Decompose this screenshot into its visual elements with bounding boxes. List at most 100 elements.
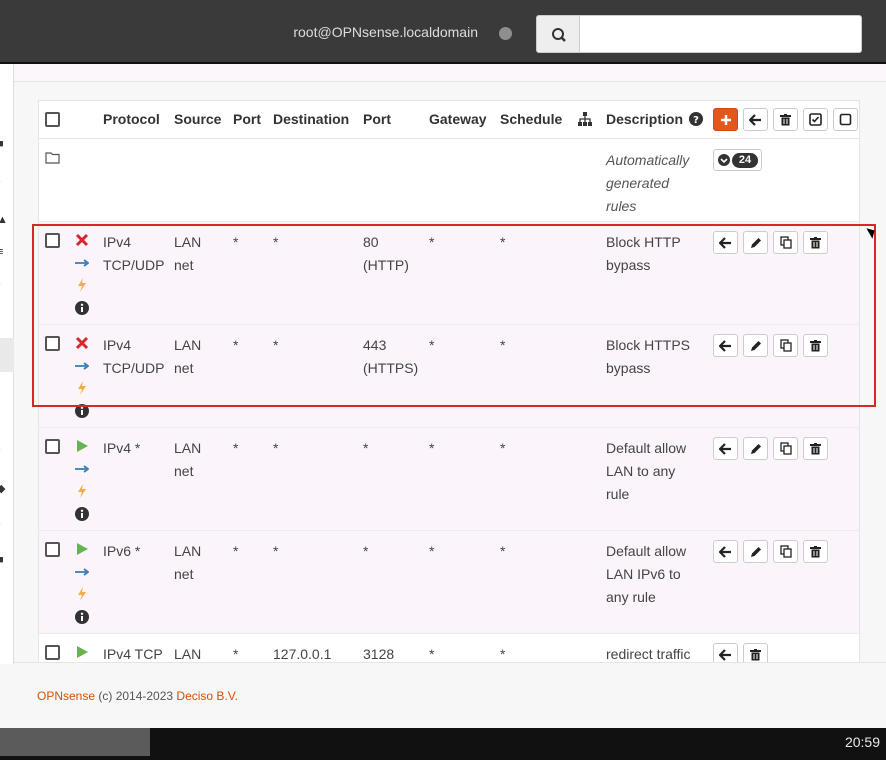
disable-selected-button[interactable] (833, 108, 858, 131)
arrow-left-icon (749, 113, 761, 126)
column-header-description[interactable]: Description (606, 111, 683, 127)
move-before-button[interactable] (713, 437, 738, 460)
pass-play-icon[interactable] (75, 542, 89, 556)
column-header-schedule[interactable]: Schedule (500, 111, 562, 127)
copy-icon (779, 545, 792, 558)
help-icon[interactable]: ? (689, 112, 703, 126)
delete-rule-button[interactable] (803, 334, 828, 357)
pass-play-icon[interactable] (75, 645, 89, 659)
pass-play-icon[interactable] (75, 439, 89, 453)
sidebar-icon[interactable]: ▲ (0, 214, 8, 226)
top-navbar: root@OPNsense.localdomain (0, 0, 886, 64)
table-row[interactable]: IPv4 TCP/UDP LAN net * * 80 (HTTP) * * Bloc… (39, 222, 859, 325)
table-row[interactable]: IPv6 * LAN net * * * * * Default allow LAN… (39, 531, 859, 634)
table-row[interactable]: IPv4 TCP/UDP LAN net * * 443 (HTTPS) * * Bl… (39, 325, 859, 428)
direction-arrow-icon (75, 465, 89, 473)
protocol-cell: IPv4 * (103, 437, 140, 460)
schedule-cell: * (500, 440, 506, 456)
auto-rules-toggle[interactable]: 24 (713, 149, 762, 171)
move-before-button[interactable] (713, 231, 738, 254)
footer-copyright: (c) 2014-2023 (95, 689, 177, 703)
move-before-button[interactable] (713, 334, 738, 357)
edit-rule-button[interactable] (743, 540, 768, 563)
row-checkbox[interactable] (45, 233, 60, 248)
edit-rule-button[interactable] (743, 231, 768, 254)
destination-cell: * (273, 337, 279, 353)
info-icon[interactable] (75, 301, 89, 315)
info-icon[interactable] (75, 610, 89, 624)
row-checkbox[interactable] (45, 439, 60, 454)
bolt-icon[interactable] (75, 278, 89, 292)
pencil-icon (750, 546, 761, 557)
source-cell: LAN net (174, 231, 201, 277)
move-before-button[interactable] (713, 540, 738, 563)
sidebar-icon[interactable]: › (0, 518, 1, 530)
table-row[interactable]: IPv4 * LAN net * * * * * Default allow LAN… (39, 428, 859, 531)
row-checkbox[interactable] (45, 336, 60, 351)
search-button[interactable] (536, 15, 580, 53)
column-header-destination-port[interactable]: Port (363, 111, 391, 127)
column-header-destination[interactable]: Destination (273, 111, 349, 127)
sidebar-icon[interactable]: › (0, 444, 1, 456)
description-line: rules (606, 198, 637, 214)
enable-selected-button[interactable] (803, 108, 828, 131)
arrow-left-icon (719, 545, 731, 558)
edit-rule-button[interactable] (743, 334, 768, 357)
square-icon (839, 113, 852, 126)
block-x-icon[interactable] (75, 336, 89, 350)
sidebar-icon[interactable]: ■ (0, 554, 4, 566)
bolt-icon[interactable] (75, 587, 89, 601)
search-input[interactable] (580, 15, 862, 53)
delete-rule-button[interactable] (803, 231, 828, 254)
column-header-source[interactable]: Source (174, 111, 221, 127)
taskbar-clock: 20:59 (844, 734, 880, 750)
destination-cell: * (273, 440, 279, 456)
sidebar-icon[interactable]: › (0, 176, 1, 188)
status-dot-icon (499, 27, 512, 40)
info-icon[interactable] (75, 507, 89, 521)
protocol-line: IPv4 * (103, 440, 141, 456)
description-cell: Block HTTPS bypass (606, 334, 690, 380)
footer-brand-link[interactable]: OPNsense (37, 689, 95, 703)
bolt-icon[interactable] (75, 484, 89, 498)
taskbar-window-item[interactable] (0, 728, 150, 756)
clone-rule-button[interactable] (773, 540, 798, 563)
svg-text:?: ? (693, 115, 699, 126)
destination-port-cell: * (363, 540, 368, 563)
bolt-icon[interactable] (75, 381, 89, 395)
sidebar-icon[interactable]: › (0, 278, 1, 290)
sidebar-icon[interactable]: ◆ (0, 482, 5, 495)
description-cell: Default allow LAN IPv6 to any rule (606, 540, 686, 609)
sidebar[interactable]: ■ › ▲ ≡ › › ◆ › ■ (0, 64, 14, 664)
clone-rule-button[interactable] (773, 437, 798, 460)
block-x-icon[interactable] (75, 233, 89, 247)
clone-rule-button[interactable] (773, 334, 798, 357)
move-selected-button[interactable] (743, 108, 768, 131)
arrow-left-icon (719, 442, 731, 455)
select-all-checkbox[interactable] (45, 112, 60, 127)
description-line: Block HTTP (606, 234, 681, 250)
column-header-gateway[interactable]: Gateway (429, 111, 487, 127)
row-checkbox[interactable] (45, 542, 60, 557)
destination-cell: * (273, 543, 279, 559)
info-icon[interactable] (75, 404, 89, 418)
add-rule-button[interactable] (713, 108, 738, 131)
footer-text: OPNsense (c) 2014-2023 Deciso B.V. (37, 689, 238, 703)
description-line: rule (606, 486, 630, 502)
row-checkbox[interactable] (45, 645, 60, 660)
sidebar-icon[interactable]: ■ (0, 138, 4, 150)
sidebar-item-selected[interactable] (0, 338, 14, 372)
delete-rule-button[interactable] (803, 437, 828, 460)
delete-selected-button[interactable] (773, 108, 798, 131)
auto-rules-row[interactable]: Automatically generated rules 24 (39, 140, 859, 222)
column-header-source-port[interactable]: Port (233, 111, 261, 127)
column-header-protocol[interactable]: Protocol (103, 111, 160, 127)
clone-rule-button[interactable] (773, 231, 798, 254)
delete-rule-button[interactable] (803, 540, 828, 563)
footer-company-link[interactable]: Deciso B.V. (176, 689, 238, 703)
edit-rule-button[interactable] (743, 437, 768, 460)
arrow-left-icon (719, 339, 731, 352)
sidebar-icon[interactable]: ≡ (0, 246, 3, 258)
direction-arrow-icon (75, 259, 89, 267)
user-label[interactable]: root@OPNsense.localdomain (293, 24, 478, 40)
